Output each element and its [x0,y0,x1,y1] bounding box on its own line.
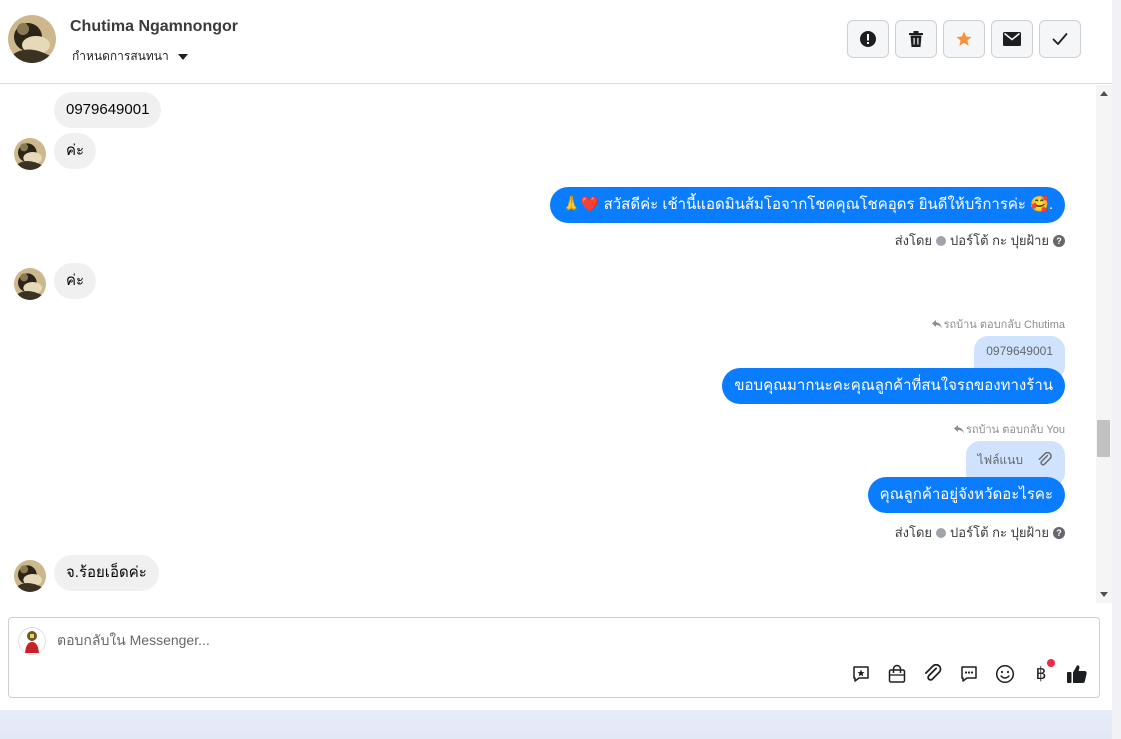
verified-icon [936,527,947,538]
star-button[interactable] [943,20,985,58]
sender-name: ปอร์โต้ กะ ปุยฝ้าย [950,233,1049,248]
attach-button[interactable] [921,662,945,686]
scroll-up-arrow-icon[interactable] [1100,91,1108,96]
scrollbar-thumb[interactable] [1097,420,1110,457]
reply-arrow-icon [953,424,964,434]
pray-heart-emoji: 🙏❤️ [562,196,600,213]
help-icon[interactable]: ? [1053,526,1065,539]
caret-down-icon [177,53,188,60]
incoming-message[interactable]: จ.ร้อยเอ็ดค่ะ [54,555,159,591]
notification-dot [1047,659,1055,667]
assign-conversation-dropdown[interactable]: กำหนดการสนทนา [72,47,188,66]
sender-name: ปอร์โต้ กะ ปุยฝ้าย [950,525,1049,540]
saved-replies-button[interactable] [849,662,873,686]
thread-scrollbar[interactable] [1096,85,1112,603]
saved-replies-icon [853,666,869,682]
conversation-header: Chutima Ngamnongor กำหนดการสนทนา [0,0,1112,84]
trash-icon [909,31,923,47]
contact-avatar-small [14,560,46,592]
contact-avatar-small [14,138,46,170]
reply-arrow-icon [931,319,942,329]
emoji-icon [995,664,1015,684]
smiling-hearts-emoji: 🥰. [1030,196,1053,213]
star-icon [956,31,972,46]
message-text: สวัสดีค่ะ เช้านี้แอดมินส้มโอจากโชคคุณโชค… [603,196,1026,213]
reply-input[interactable] [57,630,817,650]
page-avatar [18,627,46,655]
alert-icon [860,31,876,47]
outgoing-message[interactable]: คุณลูกค้าอยู่จังหวัดอะไรคะ [867,477,1065,513]
reply-meta: รถบ้าน ตอบกลับ You [953,420,1065,438]
shop-button[interactable] [885,662,909,686]
sent-by-label: ส่งโดย [894,233,933,248]
incoming-message[interactable]: ค่ะ [54,263,97,299]
incoming-message[interactable]: ค่ะ [54,133,97,169]
sent-by-label: ส่งโดย [894,525,933,540]
window-footer [0,710,1112,739]
incoming-message[interactable]: 0979649001 [54,92,162,128]
delete-button[interactable] [895,20,937,58]
composer-toolbar: ฿ [849,659,1089,686]
outgoing-message[interactable]: 🙏❤️ สวัสดีค่ะ เช้านี้แอดมินส้มโอจากโชคคุ… [550,187,1065,223]
attachment-label: ไฟล์แนบ [977,453,1023,467]
envelope-icon [1003,32,1021,46]
message-thread[interactable]: 0979649001 ค่ะ 🙏❤️ สวัสดีค่ะ เช้านี้แอดม… [0,85,1096,603]
mark-unread-button[interactable] [991,20,1033,58]
chat-bubble-icon [961,666,977,682]
reply-meta: รถบ้าน ตอบกลับ Chutima [931,315,1065,333]
window-edge [1112,0,1121,739]
assign-label: กำหนดการสนทนา [72,49,169,63]
mark-done-button[interactable] [1039,20,1081,58]
sent-by-meta: ส่งโดย ปอร์โต้ กะ ปุยฝ้าย ? [895,522,1065,543]
scroll-down-arrow-icon[interactable] [1100,592,1108,597]
help-icon[interactable]: ? [1053,234,1065,247]
emoji-button[interactable] [993,662,1017,686]
outgoing-message[interactable]: ขอบคุณมากนะคะคุณลูกค้าที่สนใจรถของทางร้า… [722,368,1065,404]
paperclip-icon [925,664,942,681]
payment-button[interactable]: ฿ [1029,659,1055,686]
quick-reply-button[interactable] [957,662,981,686]
like-button[interactable] [1065,662,1089,686]
sent-by-meta: ส่งโดย ปอร์โต้ กะ ปุยฝ้าย ? [895,230,1065,251]
verified-icon [936,235,947,246]
thumbs-up-icon [1067,665,1087,683]
conversation-panel: Chutima Ngamnongor กำหนดการสนทนา 0979649… [0,0,1112,710]
contact-avatar-small [14,268,46,300]
check-icon [1052,33,1068,45]
baht-icon: ฿ [1035,664,1047,684]
shop-bag-icon [888,664,906,683]
report-spam-button[interactable] [847,20,889,58]
header-actions [847,20,1081,58]
contact-avatar[interactable] [8,15,56,63]
reply-meta-text: รถบ้าน ตอบกลับ Chutima [943,319,1065,331]
reply-composer: ฿ [8,617,1100,698]
reply-meta-text: รถบ้าน ตอบกลับ You [965,424,1065,436]
paperclip-icon [1038,452,1052,466]
contact-name[interactable]: Chutima Ngamnongor [70,18,238,36]
